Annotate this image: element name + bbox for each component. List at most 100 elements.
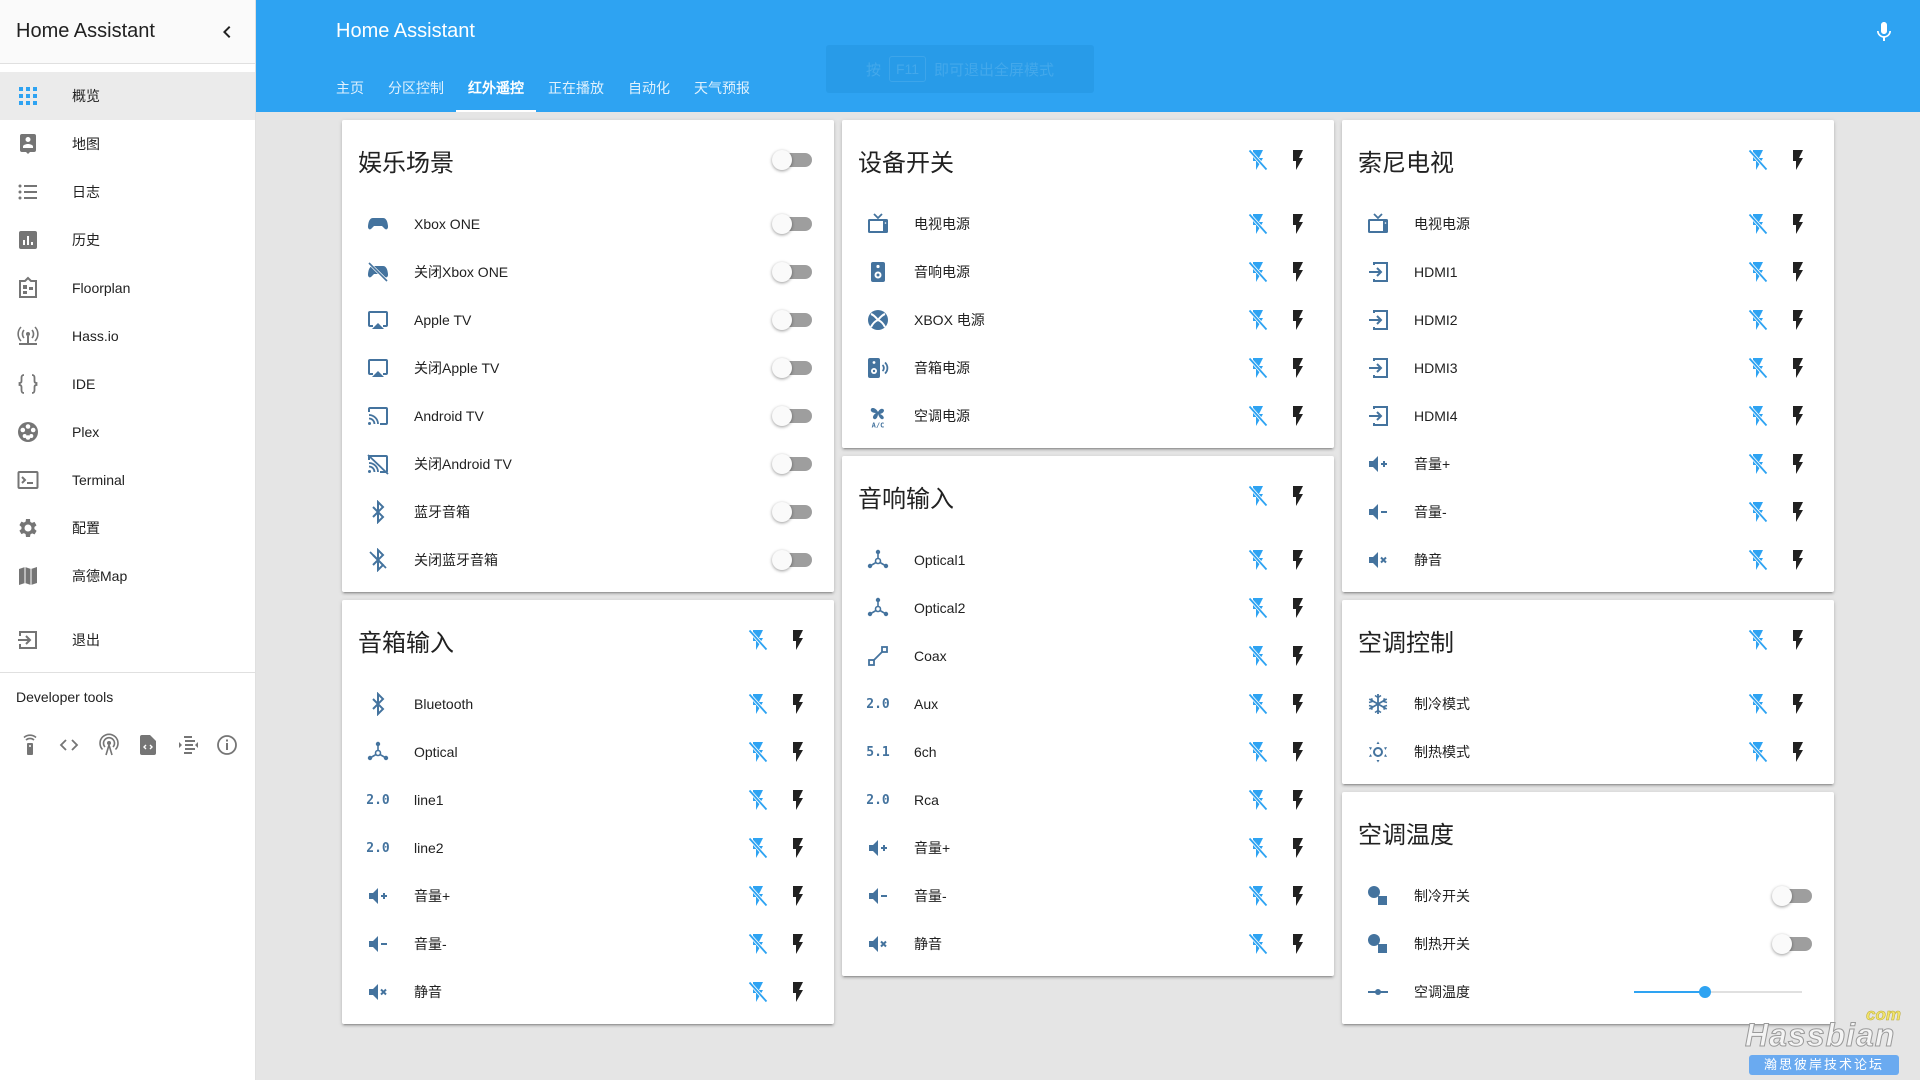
turn-off-button[interactable] <box>1238 540 1278 580</box>
sidebar-item-10[interactable]: 高德Map <box>0 552 255 600</box>
turn-off-button[interactable] <box>1238 828 1278 868</box>
sidebar-item-1[interactable]: 地图 <box>0 120 255 168</box>
toggle-switch[interactable] <box>772 358 812 378</box>
turn-on-button[interactable] <box>1778 444 1818 484</box>
sidebar-item-0[interactable]: 概览 <box>0 72 255 120</box>
collapse-sidebar-button[interactable] <box>215 20 239 44</box>
toggle-switch[interactable] <box>772 150 812 170</box>
turn-on-button[interactable] <box>1778 140 1818 180</box>
turn-on-button[interactable] <box>1278 476 1318 516</box>
turn-on-button[interactable] <box>778 780 818 820</box>
turn-on-button[interactable] <box>1778 204 1818 244</box>
turn-off-button[interactable] <box>1738 444 1778 484</box>
toggle-switch[interactable] <box>772 214 812 234</box>
turn-on-button[interactable] <box>1778 684 1818 724</box>
toggle-switch[interactable] <box>772 406 812 426</box>
turn-on-button[interactable] <box>1278 588 1318 628</box>
turn-off-button[interactable] <box>1238 252 1278 292</box>
turn-off-button[interactable] <box>1738 684 1778 724</box>
turn-off-button[interactable] <box>1238 732 1278 772</box>
turn-off-button[interactable] <box>1738 620 1778 660</box>
turn-off-button[interactable] <box>1738 732 1778 772</box>
turn-off-button[interactable] <box>738 924 778 964</box>
sidebar-item-logout[interactable]: 退出 <box>0 616 255 664</box>
turn-on-button[interactable] <box>778 828 818 868</box>
toggle-switch[interactable] <box>772 454 812 474</box>
turn-off-button[interactable] <box>738 684 778 724</box>
turn-on-button[interactable] <box>1778 396 1818 436</box>
toggle-switch[interactable] <box>1772 934 1812 954</box>
turn-off-button[interactable] <box>1238 300 1278 340</box>
turn-on-button[interactable] <box>1278 780 1318 820</box>
turn-off-button[interactable] <box>1738 140 1778 180</box>
turn-on-button[interactable] <box>1278 396 1318 436</box>
turn-off-button[interactable] <box>738 876 778 916</box>
turn-off-button[interactable] <box>1238 924 1278 964</box>
toggle-switch[interactable] <box>772 550 812 570</box>
tab-2[interactable]: 红外遥控 <box>456 64 536 112</box>
turn-off-button[interactable] <box>1738 204 1778 244</box>
turn-off-button[interactable] <box>738 828 778 868</box>
toggle-switch[interactable] <box>772 310 812 330</box>
voice-command-button[interactable] <box>1872 20 1896 44</box>
sidebar-item-5[interactable]: Hass.io <box>0 312 255 360</box>
toggle-switch[interactable] <box>772 262 812 282</box>
tab-5[interactable]: 天气预报 <box>682 64 762 112</box>
turn-off-button[interactable] <box>1738 540 1778 580</box>
sidebar-item-3[interactable]: 历史 <box>0 216 255 264</box>
turn-on-button[interactable] <box>1278 348 1318 388</box>
turn-on-button[interactable] <box>778 876 818 916</box>
turn-off-button[interactable] <box>1238 140 1278 180</box>
toggle-switch[interactable] <box>1772 886 1812 906</box>
dev-tool-remote-services-button[interactable] <box>10 725 50 765</box>
sidebar-item-4[interactable]: Floorplan <box>0 264 255 312</box>
turn-off-button[interactable] <box>738 780 778 820</box>
dev-tool-states-button[interactable] <box>89 725 129 765</box>
tab-1[interactable]: 分区控制 <box>376 64 456 112</box>
turn-on-button[interactable] <box>1778 492 1818 532</box>
turn-off-button[interactable] <box>1238 476 1278 516</box>
turn-off-button[interactable] <box>1738 300 1778 340</box>
turn-off-button[interactable] <box>738 620 778 660</box>
sidebar-item-2[interactable]: 日志 <box>0 168 255 216</box>
turn-on-button[interactable] <box>1278 828 1318 868</box>
turn-on-button[interactable] <box>1778 252 1818 292</box>
turn-off-button[interactable] <box>1238 684 1278 724</box>
turn-on-button[interactable] <box>778 972 818 1012</box>
dev-tool-info-button[interactable] <box>208 725 248 765</box>
turn-on-button[interactable] <box>1778 620 1818 660</box>
dev-tool-code-tags-button[interactable] <box>50 725 90 765</box>
turn-on-button[interactable] <box>1278 540 1318 580</box>
turn-off-button[interactable] <box>1738 492 1778 532</box>
turn-on-button[interactable] <box>1278 876 1318 916</box>
tab-0[interactable]: 主页 <box>324 64 376 112</box>
turn-off-button[interactable] <box>1238 588 1278 628</box>
dev-tool-events-button[interactable] <box>129 725 169 765</box>
sidebar-item-9[interactable]: 配置 <box>0 504 255 552</box>
turn-off-button[interactable] <box>1738 252 1778 292</box>
tab-3[interactable]: 正在播放 <box>536 64 616 112</box>
sidebar-item-8[interactable]: Terminal <box>0 456 255 504</box>
turn-on-button[interactable] <box>1278 732 1318 772</box>
slider-thumb[interactable] <box>1698 986 1711 998</box>
turn-on-button[interactable] <box>1278 140 1318 180</box>
turn-off-button[interactable] <box>1738 396 1778 436</box>
toggle-switch[interactable] <box>772 502 812 522</box>
turn-on-button[interactable] <box>778 924 818 964</box>
tab-4[interactable]: 自动化 <box>616 64 682 112</box>
turn-off-button[interactable] <box>1238 876 1278 916</box>
turn-on-button[interactable] <box>1278 924 1318 964</box>
turn-off-button[interactable] <box>1238 636 1278 676</box>
turn-on-button[interactable] <box>778 732 818 772</box>
turn-off-button[interactable] <box>1238 348 1278 388</box>
turn-on-button[interactable] <box>1278 204 1318 244</box>
turn-on-button[interactable] <box>1778 732 1818 772</box>
turn-off-button[interactable] <box>1238 780 1278 820</box>
turn-on-button[interactable] <box>778 620 818 660</box>
turn-on-button[interactable] <box>1278 300 1318 340</box>
turn-off-button[interactable] <box>1238 396 1278 436</box>
turn-off-button[interactable] <box>1238 204 1278 244</box>
turn-on-button[interactable] <box>778 684 818 724</box>
turn-on-button[interactable] <box>1278 636 1318 676</box>
turn-on-button[interactable] <box>1778 300 1818 340</box>
